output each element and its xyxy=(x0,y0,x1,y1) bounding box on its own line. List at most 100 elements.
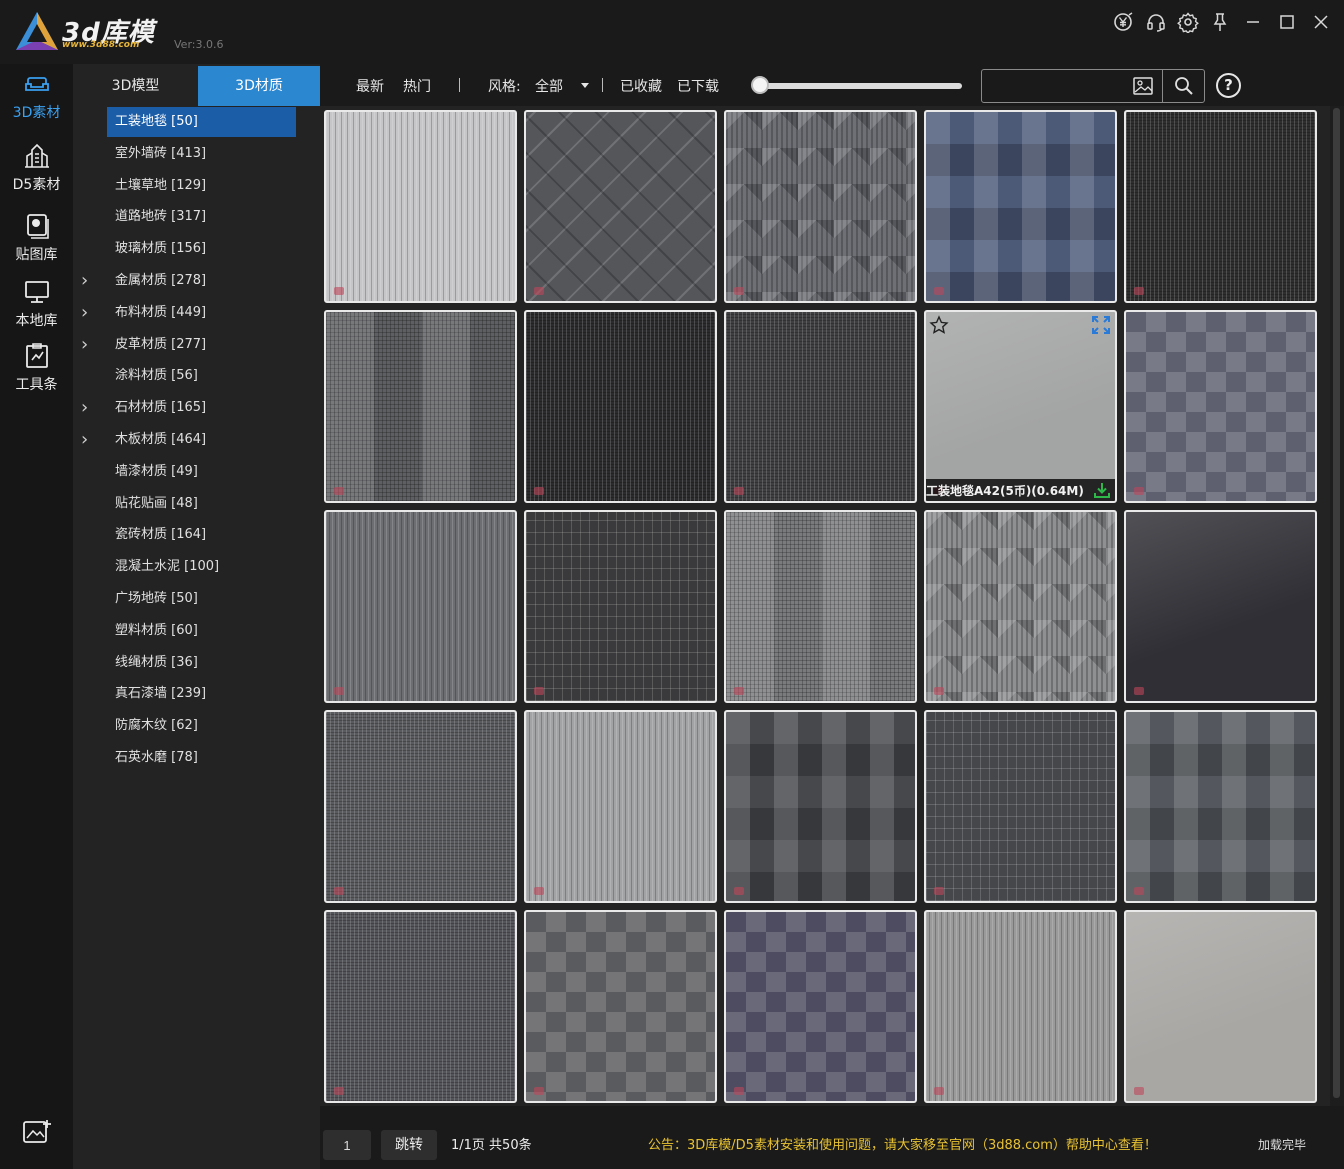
material-tile[interactable] xyxy=(524,710,717,903)
material-tile[interactable] xyxy=(524,310,717,503)
category-item[interactable]: 广场地砖 [50] xyxy=(107,584,296,614)
material-tile[interactable] xyxy=(324,510,517,703)
chevron-down-icon[interactable] xyxy=(580,82,590,90)
material-tile[interactable] xyxy=(1124,510,1317,703)
download-icon[interactable] xyxy=(1093,481,1111,499)
material-tile[interactable] xyxy=(724,910,917,1103)
material-tile[interactable] xyxy=(724,310,917,503)
rail-item-local-library[interactable]: 本地库 xyxy=(0,278,73,330)
watermark-logo-icon xyxy=(1134,487,1144,495)
search-input[interactable] xyxy=(990,76,1120,96)
filter-downloaded[interactable]: 已下载 xyxy=(677,76,719,96)
rail-item-d5-assets[interactable]: D5素材 xyxy=(0,142,73,194)
material-tile[interactable] xyxy=(524,110,717,303)
category-label: 广场地砖 [50] xyxy=(115,591,198,606)
image-search-icon[interactable] xyxy=(1132,76,1154,96)
tab-3d-materials[interactable]: 3D材质 xyxy=(198,66,320,106)
filter-latest[interactable]: 最新 xyxy=(356,76,384,96)
fullscreen-icon[interactable] xyxy=(1091,315,1111,335)
style-select[interactable]: 全部 xyxy=(535,76,563,96)
category-label: 玻璃材质 [156] xyxy=(115,241,207,257)
search-icon[interactable] xyxy=(1174,76,1194,96)
material-tile[interactable] xyxy=(1124,110,1317,303)
rail-item-3d-assets[interactable]: 3D素材 xyxy=(0,70,73,122)
notice-text[interactable]: 公告：3D库模/D5素材安装和使用问题，请大家移至官网（3d88.com）帮助中… xyxy=(648,1134,1157,1153)
close-icon[interactable] xyxy=(1309,10,1333,34)
category-item[interactable]: 道路地砖 [317] xyxy=(107,202,296,232)
chevron-right-icon[interactable]: › xyxy=(81,298,88,328)
watermark-logo-icon xyxy=(534,687,544,695)
category-item[interactable]: 塑料材质 [60] xyxy=(107,616,296,646)
chevron-right-icon[interactable]: › xyxy=(81,266,88,296)
category-item[interactable]: 防腐木纹 [62] xyxy=(107,711,296,741)
tile-info-bar: 工装地毯A42(5币)(0.64M) xyxy=(926,479,1115,501)
tab-3d-models[interactable]: 3D模型 xyxy=(73,66,198,106)
category-item[interactable]: 瓷砖材质 [164] xyxy=(107,520,296,550)
category-item[interactable]: › 皮革材质 [277] xyxy=(81,330,296,360)
category-item[interactable]: 贴花贴画 [48] xyxy=(107,489,296,519)
material-tile[interactable] xyxy=(1124,710,1317,903)
material-tile[interactable]: 工装地毯A42(5币)(0.64M) xyxy=(924,310,1117,503)
category-item[interactable]: 工装地毯 [50] xyxy=(107,107,296,137)
category-item[interactable]: 墙漆材质 [49] xyxy=(107,457,296,487)
monitor-icon xyxy=(24,281,49,303)
category-item[interactable]: 室外墙砖 [413] xyxy=(107,139,296,169)
category-item[interactable]: 土壤草地 [129] xyxy=(107,171,296,201)
favorite-star-icon[interactable] xyxy=(929,315,949,335)
category-item[interactable]: › 金属材质 [278] xyxy=(81,266,296,296)
watermark-logo-icon xyxy=(334,287,344,295)
sofa-icon xyxy=(24,77,49,91)
page-number-input[interactable] xyxy=(323,1130,371,1160)
category-item[interactable]: › 布料材质 [449] xyxy=(81,298,296,328)
help-button[interactable]: ? xyxy=(1216,73,1241,98)
material-tile[interactable] xyxy=(324,910,517,1103)
category-item[interactable]: › 石材材质 [165] xyxy=(81,393,296,423)
material-tile[interactable] xyxy=(324,310,517,503)
maximize-icon[interactable] xyxy=(1275,10,1299,34)
pin-icon[interactable] xyxy=(1208,10,1232,34)
chevron-right-icon[interactable]: › xyxy=(81,425,88,455)
material-tile[interactable] xyxy=(324,110,517,303)
material-tile[interactable] xyxy=(724,510,917,703)
tile-name: 工装地毯A42(5币)(0.64M) xyxy=(926,484,1084,498)
material-tile[interactable] xyxy=(724,710,917,903)
grid-scrollbar[interactable] xyxy=(1330,106,1344,1106)
material-tile[interactable] xyxy=(924,110,1117,303)
minimize-icon[interactable] xyxy=(1241,10,1265,34)
category-item[interactable]: 线绳材质 [36] xyxy=(107,648,296,678)
category-item[interactable]: 混凝土水泥 [100] xyxy=(107,552,296,582)
jump-button[interactable]: 跳转 xyxy=(381,1130,437,1160)
scroll-thumb[interactable] xyxy=(1333,108,1340,1098)
category-item[interactable]: 涂料材质 [56] xyxy=(107,361,296,391)
headset-icon[interactable] xyxy=(1144,10,1168,34)
category-label: 布料材质 [449] xyxy=(115,304,207,320)
material-tile[interactable] xyxy=(1124,910,1317,1103)
thumbnail-size-slider[interactable] xyxy=(762,83,962,89)
building-icon xyxy=(24,143,49,168)
rail-item-texture-library[interactable]: 贴图库 xyxy=(0,212,73,264)
filter-favorites[interactable]: 已收藏 xyxy=(620,76,662,96)
material-tile[interactable] xyxy=(524,910,717,1103)
add-image-icon[interactable] xyxy=(22,1118,52,1146)
material-tile[interactable] xyxy=(924,710,1117,903)
material-tile[interactable] xyxy=(324,710,517,903)
material-tile[interactable] xyxy=(524,510,717,703)
watermark-logo-icon xyxy=(334,687,344,695)
category-item[interactable]: 玻璃材质 [156] xyxy=(107,234,296,264)
rail-item-toolbar[interactable]: 工具条 xyxy=(0,342,73,394)
material-tile[interactable] xyxy=(724,110,917,303)
material-tile[interactable] xyxy=(924,510,1117,703)
watermark-logo-icon xyxy=(934,287,944,295)
material-tile[interactable] xyxy=(1124,310,1317,503)
chevron-right-icon[interactable]: › xyxy=(81,330,88,360)
chevron-right-icon[interactable]: › xyxy=(81,393,88,423)
yuan-coin-icon[interactable] xyxy=(1111,10,1135,34)
watermark-logo-icon xyxy=(734,687,744,695)
category-item[interactable]: 真石漆墙 [239] xyxy=(107,679,296,709)
slider-handle[interactable] xyxy=(751,76,769,94)
material-tile[interactable] xyxy=(924,910,1117,1103)
category-item[interactable]: 石英水磨 [78] xyxy=(107,743,296,773)
category-item[interactable]: › 木板材质 [464] xyxy=(81,425,296,455)
gear-icon[interactable] xyxy=(1176,10,1200,34)
filter-hot[interactable]: 热门 xyxy=(403,76,431,96)
